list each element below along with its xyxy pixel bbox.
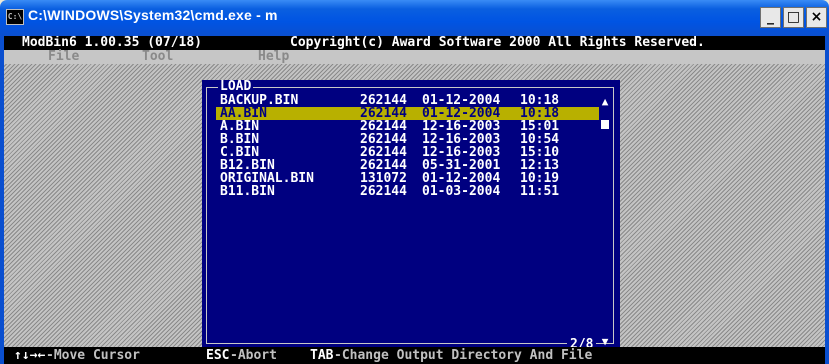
menu-bar: File Tool Help	[4, 50, 825, 64]
console-area: ModBin6 1.00.35 (07/18) Copyright(c) Awa…	[4, 36, 825, 364]
menu-file[interactable]: File	[48, 50, 79, 64]
menu-tool[interactable]: Tool	[142, 50, 173, 64]
file-name: B11.BIN	[220, 184, 275, 199]
status-line: ↑↓→← -Move Cursor ESC -Abort TAB -Change…	[4, 347, 825, 364]
console-icon[interactable]: C:\	[6, 9, 24, 25]
copyright-text: Copyright(c) Award Software 2000 All Rig…	[290, 36, 705, 50]
minimize-button[interactable]: _	[760, 7, 781, 28]
app-name: ModBin6 1.00.35 (07/18)	[22, 36, 203, 50]
esc-key-hint: ESC	[206, 348, 230, 363]
change-output-hint: -Change Output Directory And File	[334, 348, 593, 363]
dialog-title: LOAD	[218, 79, 254, 94]
file-list: BACKUP.BIN 262144 01-12-2004 10:18 AA.BI…	[216, 94, 600, 198]
tab-key-hint: TAB	[310, 348, 334, 363]
title-bar[interactable]: C:\ C:\WINDOWS\System32\cmd.exe - m _ □ …	[0, 0, 829, 36]
arrow-keys-hint: ↑↓→←	[14, 348, 46, 363]
console-window: C:\ C:\WINDOWS\System32\cmd.exe - m _ □ …	[0, 0, 829, 364]
file-row[interactable]: B11.BIN 262144 01-03-2004 11:51	[216, 185, 600, 198]
app-header: ModBin6 1.00.35 (07/18) Copyright(c) Awa…	[4, 36, 825, 50]
file-time: 11:51	[520, 184, 560, 199]
abort-hint: -Abort	[230, 348, 277, 363]
file-date: 01-03-2004	[422, 184, 501, 199]
window-border-right	[825, 36, 829, 364]
scroll-down-arrow-icon[interactable]: ▼	[600, 336, 610, 347]
close-button[interactable]: ×	[806, 7, 827, 28]
maximize-button[interactable]: □	[783, 7, 804, 28]
move-cursor-hint: -Move Cursor	[46, 348, 140, 363]
window-title: C:\WINDOWS\System32\cmd.exe - m	[28, 7, 278, 23]
menu-help[interactable]: Help	[258, 50, 289, 64]
scroll-up-arrow-icon[interactable]: ▲	[600, 96, 610, 107]
scroll-thumb[interactable]	[601, 120, 609, 129]
scrollbar[interactable]: ▲ ▼	[599, 96, 611, 347]
file-size: 262144	[360, 184, 407, 199]
load-dialog: LOAD BACKUP.BIN 262144 01-12-2004 10:18 …	[202, 80, 620, 353]
